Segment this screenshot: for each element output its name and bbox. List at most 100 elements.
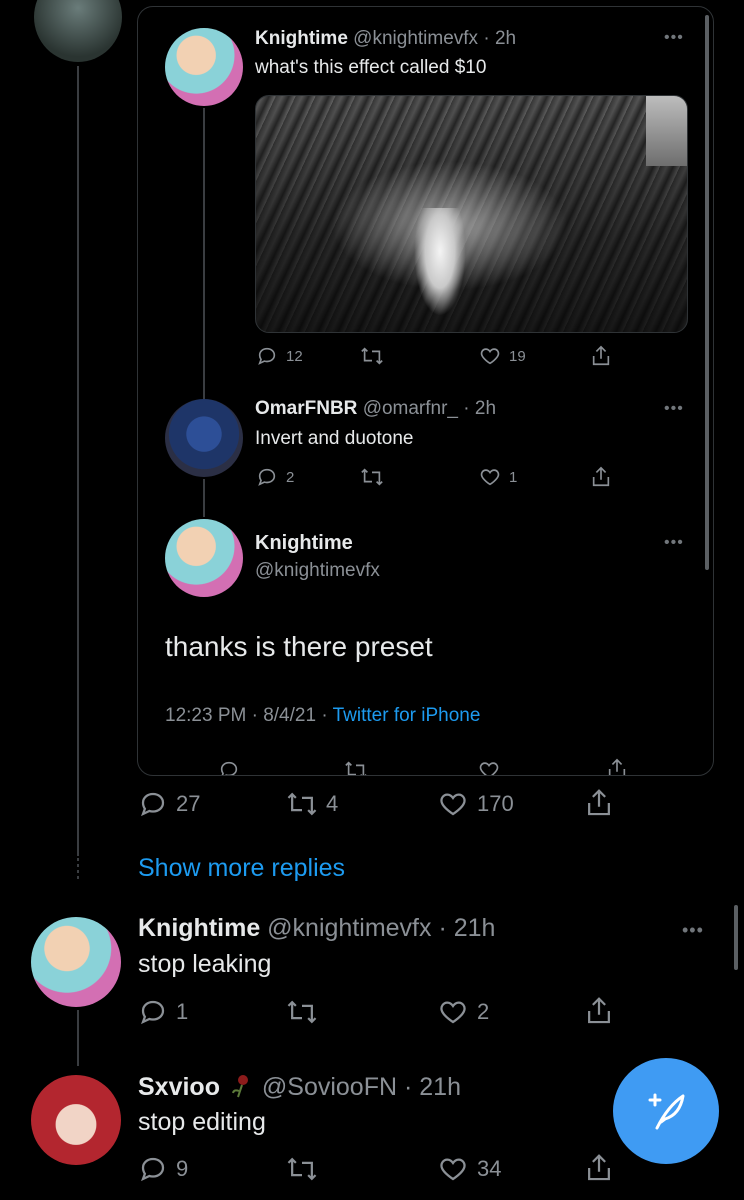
quoted-thread-card[interactable]: Knightime @knightimevfx · 2h ••• what's …: [137, 6, 714, 776]
share-icon: [592, 466, 610, 487]
timestamp[interactable]: · 2h: [483, 28, 516, 49]
card-scrollbar[interactable]: [705, 15, 709, 570]
retweet-icon: [361, 347, 383, 365]
reply-icon: [141, 1157, 165, 1182]
timestamp[interactable]: · 2h: [463, 398, 496, 419]
reply-button[interactable]: 9: [138, 1154, 188, 1184]
thread-connector: [77, 66, 79, 856]
handle[interactable]: @SoviooFN: [262, 1073, 397, 1101]
like-button[interactable]: 19: [479, 345, 526, 367]
like-count: 2: [477, 999, 490, 1024]
retweet-count: 4: [326, 791, 339, 816]
more-icon[interactable]: •••: [664, 400, 684, 418]
timestamp[interactable]: · 21h: [438, 914, 495, 942]
reply-icon: [258, 347, 276, 365]
more-icon[interactable]: •••: [664, 534, 684, 552]
retweet-button[interactable]: [286, 997, 318, 1027]
tweet-source-link[interactable]: Twitter for iPhone: [333, 705, 481, 726]
like-button[interactable]: 170: [437, 789, 514, 819]
avatar-knightime[interactable]: [165, 28, 243, 106]
reply-count: 12: [286, 347, 303, 365]
tweet-text: Invert and duotone: [255, 428, 414, 449]
display-name[interactable]: Knightime: [255, 532, 353, 555]
display-name[interactable]: Sxvioo: [138, 1073, 220, 1101]
handle[interactable]: @knightimevfx: [267, 914, 431, 942]
retweet-icon: [287, 1000, 317, 1024]
retweet-button[interactable]: [286, 1154, 318, 1184]
reply-count: 2: [286, 468, 295, 486]
compose-tweet-icon: [648, 1093, 685, 1130]
heart-icon: [440, 793, 466, 816]
focus-tweet-text: thanks is there preset: [165, 631, 433, 662]
reply-button[interactable]: [218, 759, 240, 775]
heart-icon: [440, 1158, 466, 1181]
share-button[interactable]: [584, 995, 614, 1027]
share-button[interactable]: [606, 757, 628, 775]
reply-count: 27: [176, 791, 201, 816]
media-overlay: [646, 96, 687, 166]
avatar-omarfnbr[interactable]: [165, 399, 243, 477]
heart-icon: [480, 348, 500, 365]
share-icon: [592, 345, 610, 366]
like-count: 1: [509, 468, 518, 486]
rose-emoji-icon: [231, 1075, 248, 1098]
retweet-icon: [287, 792, 317, 816]
share-button[interactable]: [590, 465, 612, 489]
more-icon[interactable]: •••: [664, 29, 684, 47]
retweet-button[interactable]: [360, 345, 384, 367]
thread-connector: [77, 1010, 79, 1066]
like-button[interactable]: 1: [479, 466, 517, 488]
share-button[interactable]: [584, 1152, 614, 1184]
avatar-sxvioo[interactable]: [31, 1075, 121, 1165]
retweet-icon: [287, 1157, 317, 1181]
retweet-button[interactable]: [360, 466, 384, 488]
avatar-knightime[interactable]: [31, 917, 121, 1007]
timestamp[interactable]: · 21h: [404, 1073, 461, 1101]
reply-button[interactable]: 2: [256, 466, 294, 488]
tweet-header: Sxvioo @SoviooFN · 21h: [138, 1073, 461, 1102]
tweet-meta: 12:23 PM · 8/4/21 · Twitter for iPhone: [165, 705, 480, 727]
share-icon: [588, 789, 610, 816]
more-icon[interactable]: •••: [682, 920, 704, 941]
retweet-icon: [361, 468, 383, 486]
page-scrollbar[interactable]: [734, 905, 738, 970]
tweet-media-image[interactable]: [255, 95, 688, 333]
tweet-text: stop editing: [138, 1108, 266, 1136]
tweet-text: stop leaking: [138, 950, 272, 978]
show-more-replies-link[interactable]: Show more replies: [138, 854, 345, 883]
reply-icon: [141, 792, 165, 817]
share-icon: [588, 1154, 610, 1181]
reply-icon: [141, 1000, 165, 1025]
tweet-header: OmarFNBR @omarfnr_ · 2h: [255, 398, 496, 420]
retweet-button[interactable]: 4: [286, 789, 338, 819]
reply-button[interactable]: 12: [256, 345, 303, 367]
heart-icon: [479, 762, 499, 775]
like-button[interactable]: 34: [437, 1154, 501, 1184]
thread-connector: [203, 108, 205, 400]
media-figure: [414, 208, 466, 316]
retweet-icon: [345, 761, 367, 775]
reply-count: 9: [176, 1156, 189, 1181]
thread-connector: [203, 479, 205, 517]
reply-button[interactable]: 1: [138, 997, 188, 1027]
display-name[interactable]: OmarFNBR: [255, 398, 357, 419]
reply-button[interactable]: 27: [138, 789, 200, 819]
compose-tweet-button[interactable]: [613, 1058, 719, 1164]
like-button[interactable]: 2: [437, 997, 489, 1027]
handle[interactable]: @knightimevfx: [353, 28, 478, 49]
reply-icon: [220, 761, 238, 775]
tweet-header: Knightime @knightimevfx · 21h: [138, 914, 495, 943]
share-button[interactable]: [584, 787, 614, 819]
share-button[interactable]: [590, 344, 612, 368]
display-name[interactable]: Knightime: [255, 28, 348, 49]
handle[interactable]: @knightimevfx: [255, 560, 380, 582]
tweet-timestamp[interactable]: 12:23 PM · 8/4/21 ·: [165, 705, 328, 726]
heart-icon: [440, 1001, 466, 1024]
handle[interactable]: @omarfnr_: [363, 398, 458, 419]
avatar-parent-author[interactable]: [34, 0, 122, 62]
retweet-button[interactable]: [344, 759, 368, 775]
avatar-knightime[interactable]: [165, 519, 243, 597]
like-button[interactable]: [478, 759, 500, 775]
heart-icon: [480, 469, 500, 486]
display-name[interactable]: Knightime: [138, 914, 260, 942]
